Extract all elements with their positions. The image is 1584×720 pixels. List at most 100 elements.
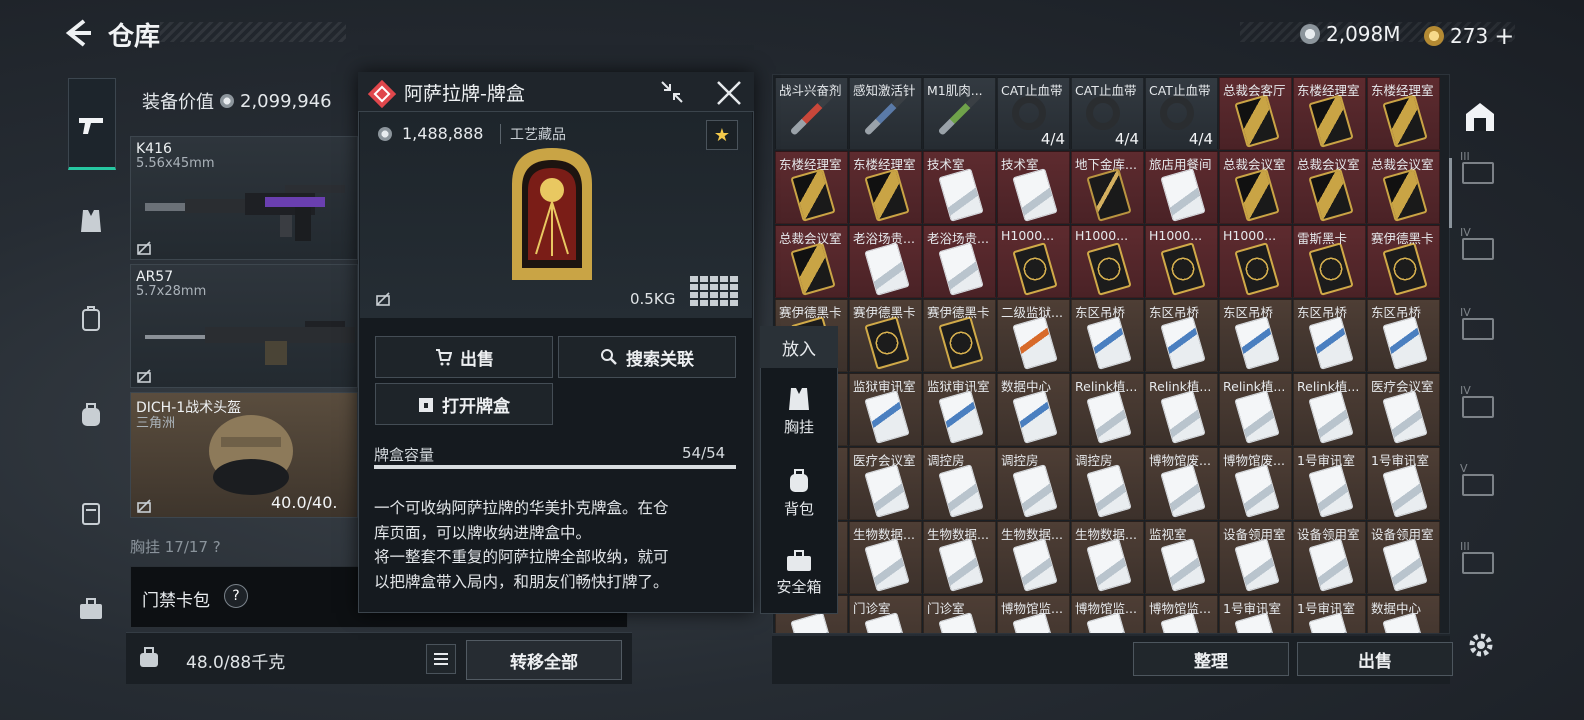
grid-item[interactable]: 赛伊德黑卡 [1367,225,1440,298]
search-related-button[interactable]: 搜索关联 [558,336,736,378]
storage-tab-5[interactable]: V [1458,462,1498,502]
grid-item[interactable]: 总裁会议室 [1293,151,1366,224]
sell-bulk-button[interactable]: 出售 [1297,642,1453,676]
grid-item[interactable]: 监视室 [1145,521,1218,594]
grid-item[interactable]: 总裁会议室 [1367,151,1440,224]
put-in-backpack[interactable]: 背包 [760,458,838,528]
grid-item[interactable]: 东区吊桥 [1367,299,1440,372]
grid-item[interactable]: 门诊室 [923,595,996,633]
grid-item[interactable]: Relink植... [1145,373,1218,446]
helmet-slot[interactable]: DICH-1战术头盔 三角洲 40.0/40. [130,392,358,518]
grid-item[interactable]: 设备领用室 [1367,521,1440,594]
grid-item[interactable]: 东区吊桥 [1219,299,1292,372]
grid-item[interactable]: 医疗会议室 [1367,373,1440,446]
back-arrow-icon[interactable] [64,18,92,48]
grid-item[interactable]: 东楼经理室 [775,151,848,224]
grid-item[interactable]: Relink植... [1293,373,1366,446]
grid-item[interactable]: 总裁会议室 [1219,151,1292,224]
grid-item[interactable]: 数据中心 [997,373,1070,446]
grid-item[interactable]: 生物数据... [923,521,996,594]
grid-item[interactable]: 调控房 [1071,447,1144,520]
grid-item[interactable]: 地下金库... [1071,151,1144,224]
list-view-button[interactable] [426,644,456,674]
rail-weapon-pistol[interactable] [68,102,114,148]
grid-item[interactable]: 东区吊桥 [1293,299,1366,372]
grid-item[interactable]: 技术室 [997,151,1070,224]
grid-item[interactable]: 设备领用室 [1219,521,1292,594]
grid-item[interactable]: H1000... [997,225,1070,298]
grid-item[interactable]: M1肌肉... [923,77,996,150]
grid-item[interactable]: CAT止血带 4/4 [1071,77,1144,150]
grid-item[interactable]: CAT止血带 4/4 [997,77,1070,150]
grid-item[interactable]: 设备领用室 [1293,521,1366,594]
grid-item[interactable]: 二级监狱... [997,299,1070,372]
add-currency-button[interactable]: + [1494,22,1514,50]
grid-item[interactable]: 调控房 [923,447,996,520]
grid-item[interactable]: 东区吊桥 [1071,299,1144,372]
open-card-box-button[interactable]: 打开牌盒 [375,383,553,425]
grid-item[interactable]: CAT止血带 4/4 [1145,77,1218,150]
grid-item[interactable]: 东楼经理室 [1293,77,1366,150]
grid-item[interactable]: H1000... [1145,225,1218,298]
rail-armor[interactable] [68,296,114,342]
rail-case[interactable] [68,490,114,536]
currency-hafu-coin[interactable]: 2,098M [1300,22,1401,46]
transfer-all-button[interactable]: 转移全部 [466,640,622,680]
chest-rig-row[interactable]: 胸挂 17/17 ? [130,536,358,556]
grid-item[interactable]: H1000... [1071,225,1144,298]
grid-item[interactable]: Relink植... [1071,373,1144,446]
grid-item[interactable]: 1号审讯室 [1293,447,1366,520]
grid-item[interactable]: 总裁会议室 [775,225,848,298]
rail-safebox[interactable] [68,586,114,632]
grid-item[interactable]: 生物数据... [849,521,922,594]
warehouse-home-icon[interactable] [1463,100,1497,134]
rail-vest[interactable] [68,198,114,244]
grid-item[interactable]: 监狱审讯室 [923,373,996,446]
grid-item[interactable]: 赛伊德黑卡 [923,299,996,372]
grid-item[interactable]: H1000... [1219,225,1292,298]
settings-gear-icon[interactable] [1466,630,1496,660]
grid-item[interactable]: 博物馆监... [1145,595,1218,633]
favorite-star-button[interactable]: ★ [706,120,738,150]
grid-item[interactable]: 感知激活针 [849,77,922,150]
grid-item[interactable]: 战斗兴奋剂 [775,77,848,150]
storage-tab-3[interactable]: IV [1458,306,1498,346]
grid-item[interactable]: 博物馆监... [997,595,1070,633]
grid-item[interactable]: 1号审讯室 [1367,447,1440,520]
rail-backpack[interactable] [68,392,114,438]
grid-item[interactable]: 生物数据... [997,521,1070,594]
grid-item[interactable]: 调控房 [997,447,1070,520]
card-bag-help-button[interactable]: ? [224,584,248,608]
grid-item[interactable]: 博物馆监... [1071,595,1144,633]
weapon-slot-secondary[interactable]: AR57 5.7x28mm [130,264,358,388]
put-in-vest[interactable]: 胸挂 [760,376,838,446]
grid-item[interactable]: 旅店用餐间 [1145,151,1218,224]
grid-item[interactable]: 数据中心 [1367,595,1440,633]
grid-item[interactable]: 赛伊德黑卡 [849,299,922,372]
grid-item[interactable]: 监狱审讯室 [849,373,922,446]
grid-item[interactable]: 东楼经理室 [849,151,922,224]
grid-item[interactable]: 博物馆废... [1219,447,1292,520]
grid-item[interactable]: 门诊室 [849,595,922,633]
grid-item[interactable]: Relink植... [1219,373,1292,446]
sell-button[interactable]: 出售 [375,336,553,378]
close-icon[interactable] [714,78,744,108]
grid-item[interactable]: 总裁会客厅 [1219,77,1292,150]
organize-button[interactable]: 整理 [1133,642,1289,676]
grid-item[interactable]: 东楼经理室 [1367,77,1440,150]
storage-tab-4[interactable]: IV [1458,384,1498,424]
grid-item[interactable]: 老浴场贵... [923,225,996,298]
storage-tab-2[interactable]: IV [1458,226,1498,266]
storage-tab-1[interactable]: III [1458,150,1498,190]
grid-item[interactable]: 雷斯黑卡 [1293,225,1366,298]
grid-item[interactable]: 医疗会议室 [849,447,922,520]
grid-item[interactable]: 技术室 [923,151,996,224]
grid-item[interactable]: 老浴场贵... [849,225,922,298]
grid-item[interactable]: 1号审讯室 [1293,595,1366,633]
grid-item[interactable]: 生物数据... [1071,521,1144,594]
weapon-slot-primary[interactable]: K416 5.56x45mm [130,136,358,260]
storage-tab-6[interactable]: III [1458,540,1498,580]
currency-triangle-coin[interactable]: 273 + [1424,22,1514,50]
grid-item[interactable]: 博物馆废... [1145,447,1218,520]
put-in-safebox[interactable]: 安全箱 [760,538,838,608]
